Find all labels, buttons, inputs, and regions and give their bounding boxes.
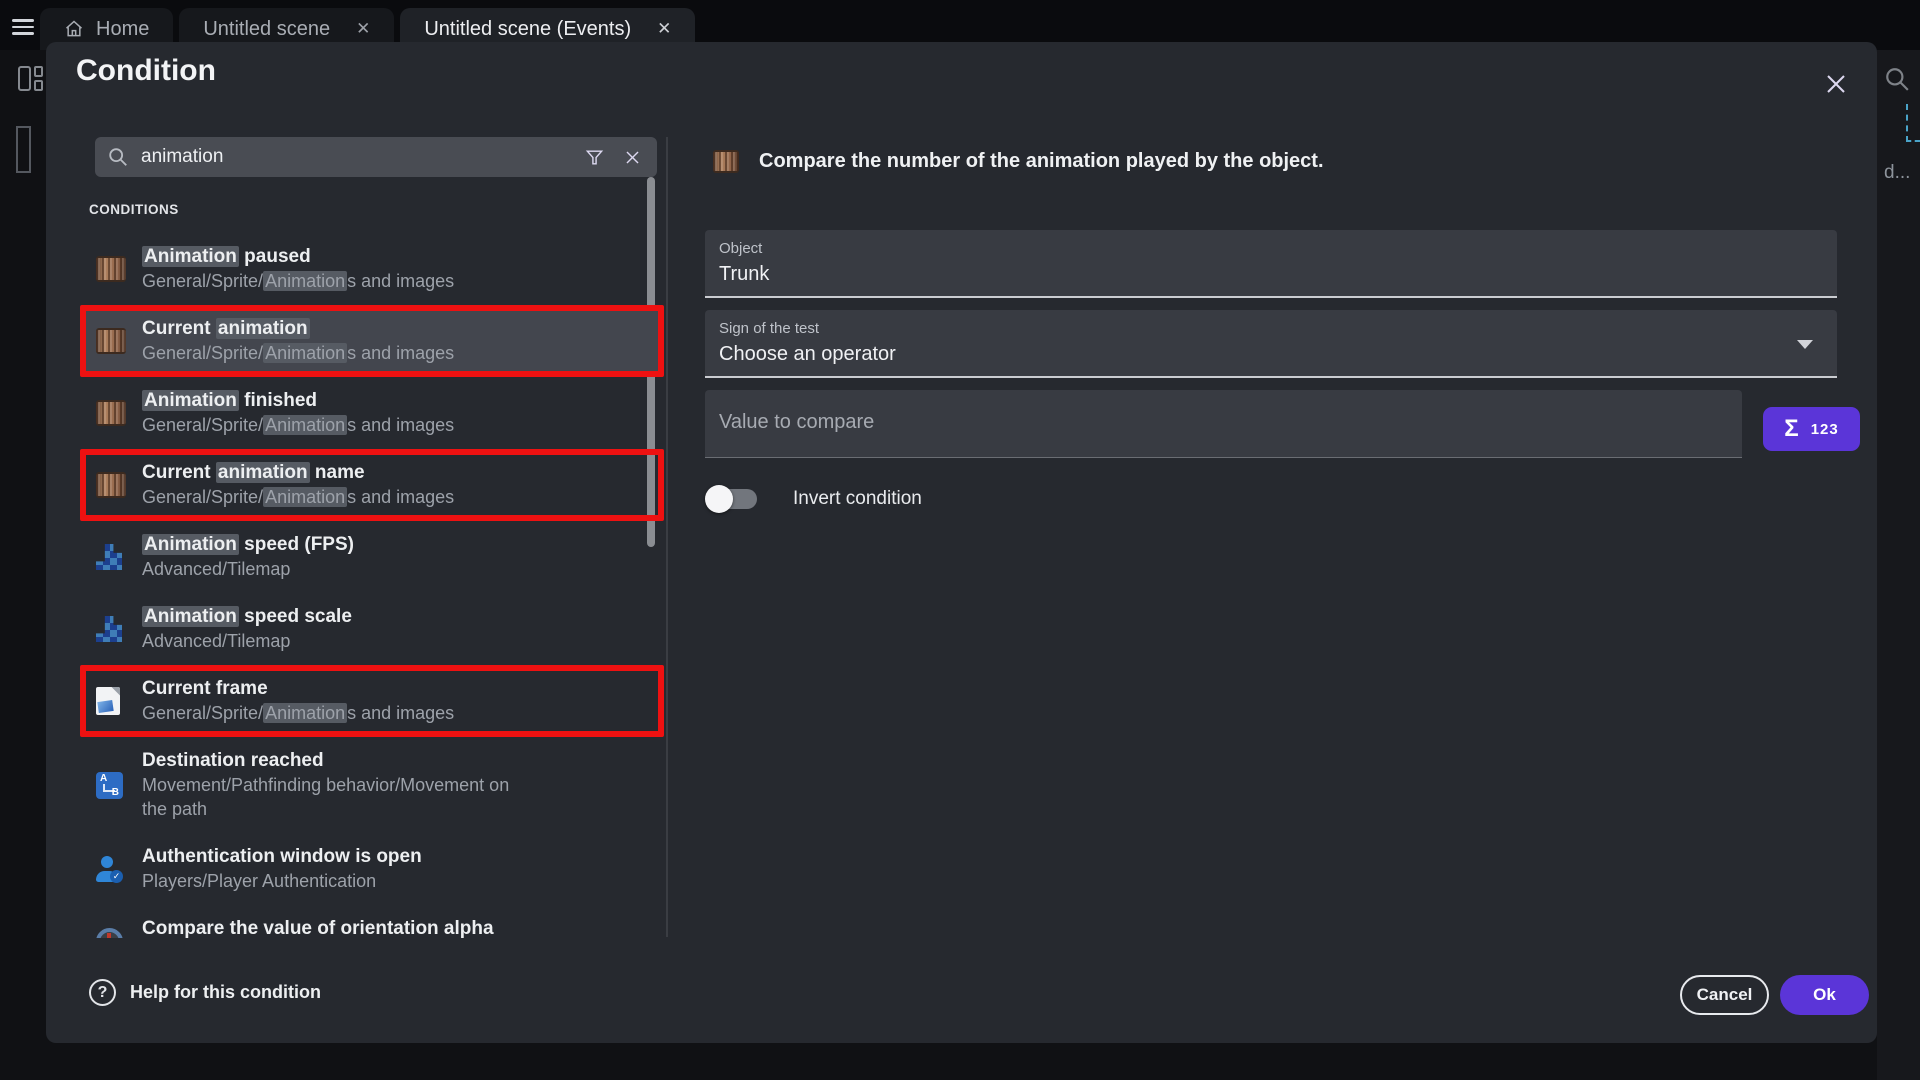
conditions-rows: Animation pausedGeneral/Sprite/Animation… <box>80 233 664 938</box>
list-item[interactable]: Animation speed scaleAdvanced/Tilemap <box>80 593 664 665</box>
editor-background-right <box>1877 42 1920 1080</box>
film-icon <box>96 256 126 282</box>
tab-label: Untitled scene (Events) <box>424 18 631 41</box>
condition-title: Authentication window is open <box>142 845 650 869</box>
list-item[interactable]: Destination reachedMovement/Pathfinding … <box>80 737 664 833</box>
operator-value: Choose an operator <box>719 343 1823 366</box>
background-truncated-text: d... <box>1884 162 1910 184</box>
conditions-list: CONDITIONS Animation pausedGeneral/Sprit… <box>80 192 664 938</box>
list-item[interactable]: Animation finishedGeneral/Sprite/Animati… <box>80 377 664 449</box>
list-item[interactable]: Current animation nameGeneral/Sprite/Ani… <box>80 449 664 521</box>
list-item[interactable]: Animation speed (FPS)Advanced/Tilemap <box>80 521 664 593</box>
search-input[interactable] <box>141 146 581 168</box>
animation-icon <box>713 150 739 173</box>
expression-editor-button[interactable]: Σ 123 <box>1763 407 1860 451</box>
condition-path: General/Sprite/Animations and images <box>142 701 650 725</box>
list-item[interactable]: Current animationGeneral/Sprite/Animatio… <box>80 305 664 377</box>
operator-select[interactable]: Sign of the test Choose an operator <box>705 310 1837 378</box>
condition-path: Movement/Pathfinding behavior/Movement o… <box>142 773 537 821</box>
condition-path: Advanced/Tilemap <box>142 557 650 581</box>
condition-title: Animation paused <box>142 245 650 269</box>
close-dialog-icon[interactable] <box>1816 64 1856 104</box>
panel-divider <box>666 137 668 937</box>
search-icon[interactable] <box>1884 66 1910 97</box>
scene-object-outline <box>16 126 31 173</box>
value-placeholder: Value to compare <box>719 411 1728 434</box>
frame-icon <box>96 687 120 715</box>
invert-condition-toggle[interactable] <box>705 485 759 513</box>
ok-button[interactable]: Ok <box>1780 975 1869 1015</box>
help-label: Help for this condition <box>130 982 321 1003</box>
list-item[interactable]: Current frameGeneral/Sprite/Animations a… <box>80 665 664 737</box>
tab-label: Home <box>96 18 149 41</box>
cancel-button[interactable]: Cancel <box>1680 975 1769 1015</box>
tilemap-icon <box>96 544 122 570</box>
invert-condition-label: Invert condition <box>793 488 922 510</box>
selection-marquee <box>1906 104 1920 142</box>
tab-label: Untitled scene <box>203 18 330 41</box>
condition-description: Compare the number of the animation play… <box>759 150 1324 173</box>
list-item[interactable]: Authentication window is openPlayers/Pla… <box>80 833 664 905</box>
hamburger-menu-icon[interactable] <box>12 19 34 35</box>
close-tab-icon[interactable]: ✕ <box>356 19 370 39</box>
list-item[interactable]: Animation pausedGeneral/Sprite/Animation… <box>80 233 664 305</box>
list-item[interactable]: Compare the value of orientation alphaIn… <box>80 905 664 938</box>
path-icon <box>96 772 123 799</box>
condition-path: General/Sprite/Animations and images <box>142 269 650 293</box>
expression-123-label: 123 <box>1811 421 1839 438</box>
film-icon <box>96 472 126 498</box>
sigma-icon: Σ <box>1784 415 1798 443</box>
tilemap-icon <box>96 616 122 642</box>
layout-panels-icon[interactable] <box>18 66 43 91</box>
condition-description-row: Compare the number of the animation play… <box>713 150 1324 173</box>
object-field[interactable]: Object Trunk <box>705 230 1837 298</box>
condition-dialog: Condition CONDITIONS Animation pausedGen… <box>46 42 1877 1043</box>
chevron-down-icon <box>1797 340 1813 349</box>
search-icon <box>107 146 129 168</box>
condition-search <box>95 137 657 177</box>
close-tab-icon[interactable]: ✕ <box>657 19 671 39</box>
film-icon <box>96 328 126 354</box>
orient-icon <box>96 928 123 939</box>
auth-icon <box>96 856 123 883</box>
help-link[interactable]: ? Help for this condition <box>89 979 321 1006</box>
value-to-compare-field[interactable]: Value to compare <box>705 390 1742 458</box>
condition-path: Advanced/Tilemap <box>142 629 650 653</box>
condition-path: Players/Player Authentication <box>142 869 650 893</box>
clear-search-icon[interactable] <box>619 144 645 170</box>
filter-icon[interactable] <box>581 144 607 170</box>
condition-path: General/Sprite/Animations and images <box>142 485 650 509</box>
condition-title: Current frame <box>142 677 650 701</box>
operator-label: Sign of the test <box>719 320 1823 337</box>
condition-title: Current animation <box>142 317 650 341</box>
condition-path: General/Sprite/Animations and images <box>142 413 650 437</box>
condition-title: Compare the value of orientation alpha <box>142 917 650 938</box>
list-section-header: CONDITIONS <box>89 202 664 217</box>
condition-title: Destination reached <box>142 749 650 773</box>
condition-title: Animation finished <box>142 389 650 413</box>
film-icon <box>96 400 126 426</box>
invert-condition-row: Invert condition <box>705 485 922 513</box>
help-icon: ? <box>89 979 116 1006</box>
condition-title: Animation speed (FPS) <box>142 533 650 557</box>
condition-path: General/Sprite/Animations and images <box>142 341 650 365</box>
condition-title: Animation speed scale <box>142 605 650 629</box>
dialog-title: Condition <box>76 54 216 88</box>
condition-title: Current animation name <box>142 461 650 485</box>
object-field-label: Object <box>719 240 1823 257</box>
home-icon <box>64 19 84 39</box>
object-field-value: Trunk <box>719 263 1823 286</box>
